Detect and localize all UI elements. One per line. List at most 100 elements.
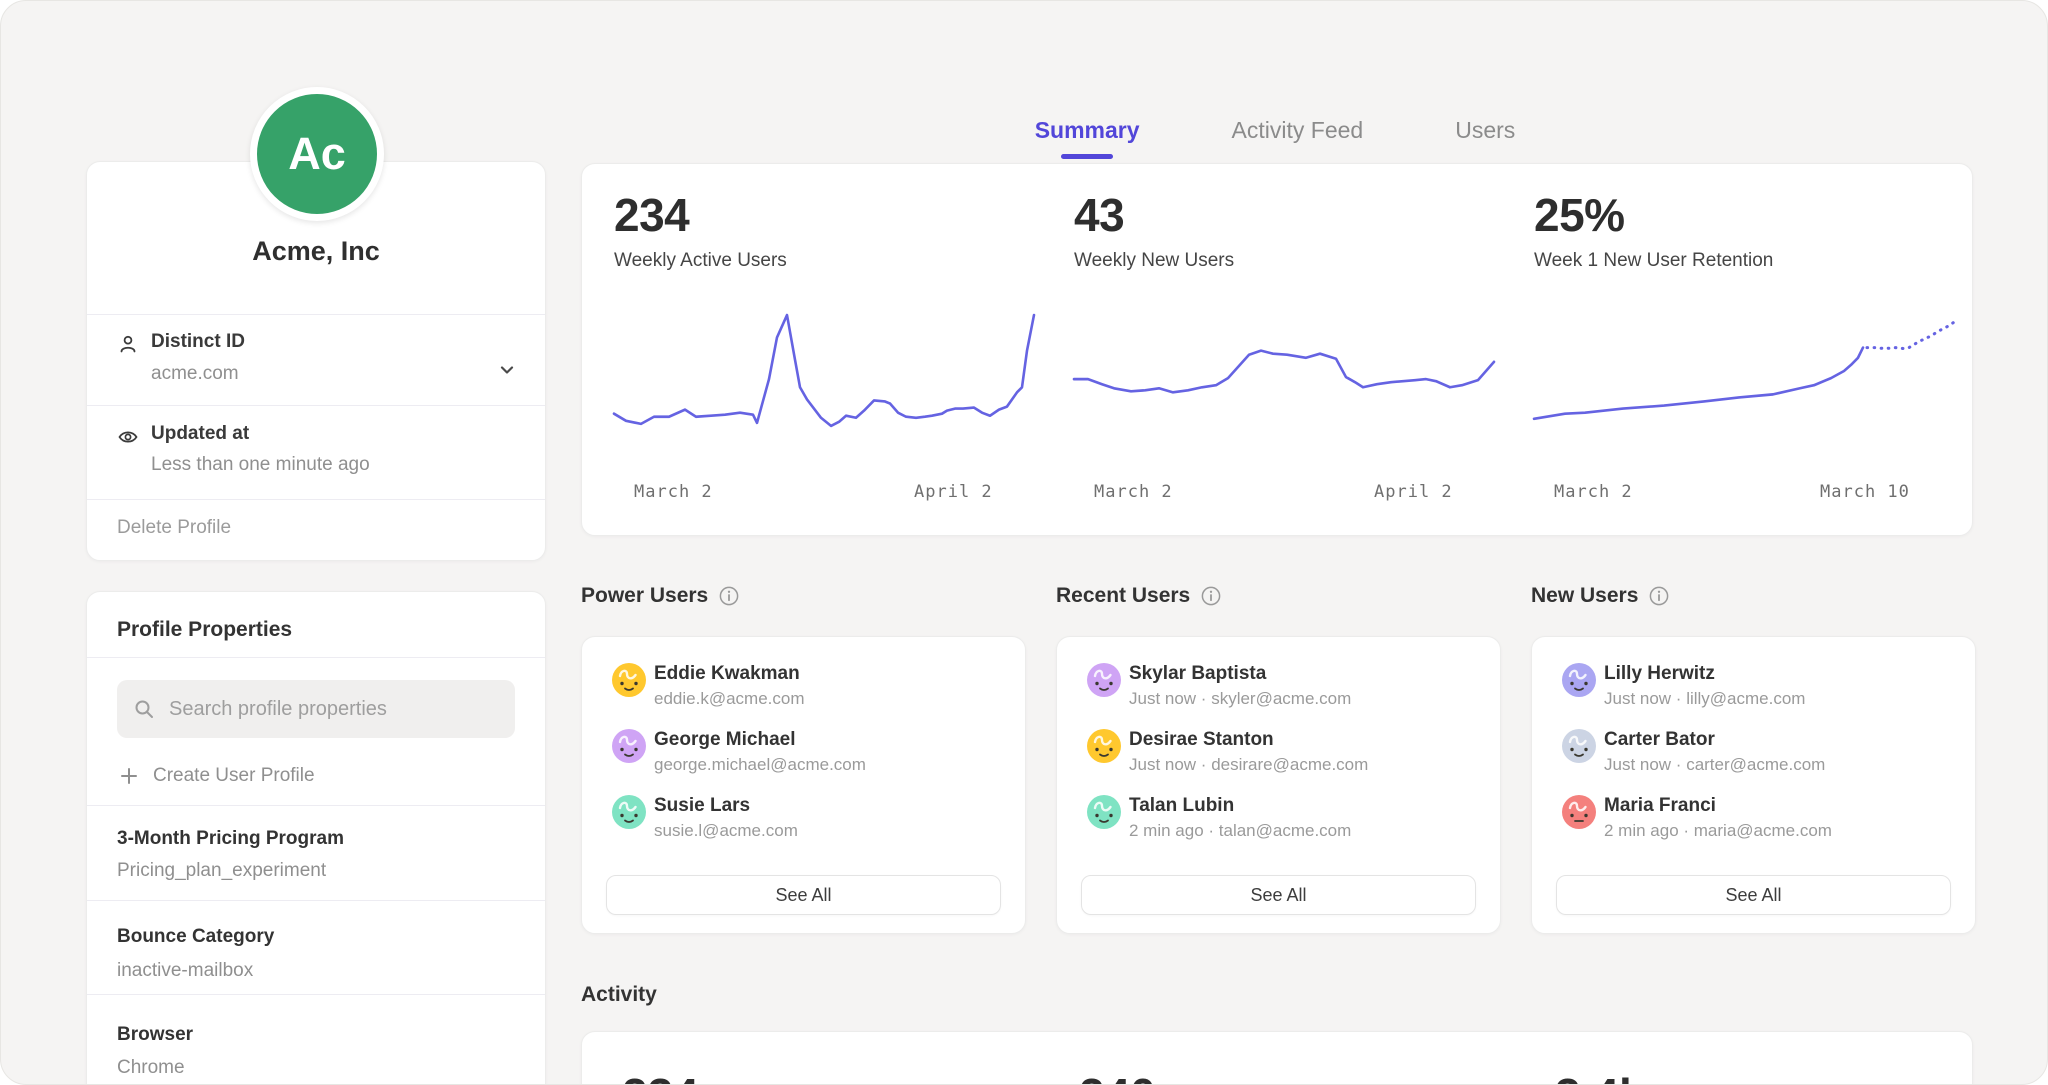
create-user-profile-label: Create User Profile <box>153 765 315 787</box>
user-name[interactable]: Susie Lars <box>654 795 750 817</box>
user-subtext: Just now · skyler@acme.com <box>1129 689 1351 709</box>
x-axis-tick: March 10 <box>1820 482 1910 502</box>
search-icon <box>133 698 155 720</box>
see-all-button[interactable]: See All <box>1081 875 1476 915</box>
property-name: Browser <box>117 1024 193 1046</box>
user-avatar <box>1087 795 1121 829</box>
divider <box>87 499 545 500</box>
week1-retention-line-chart <box>1534 312 1954 432</box>
weekly-active-users-line-chart <box>614 312 1034 432</box>
field-value-updated-at: Less than one minute ago <box>151 454 370 476</box>
user-avatar <box>612 795 646 829</box>
property-name: 3-Month Pricing Program <box>117 828 344 850</box>
property-value: Pricing_plan_experiment <box>117 860 326 882</box>
recent-users-card: Skylar Baptista Just now · skyler@acme.c… <box>1056 636 1501 934</box>
user-subtext: Just now · desirare@acme.com <box>1129 755 1368 775</box>
power-users-header: Power Users <box>581 584 740 608</box>
divider <box>87 805 545 806</box>
section-title: Power Users <box>581 584 708 608</box>
divider <box>87 994 545 995</box>
user-subtext: george.michael@acme.com <box>654 755 866 775</box>
see-all-button[interactable]: See All <box>1556 875 1951 915</box>
field-value-distinct-id: acme.com <box>151 363 239 385</box>
user-subtext: susie.l@acme.com <box>654 821 798 841</box>
active-tab-underline <box>1061 154 1113 159</box>
plus-icon <box>119 766 139 786</box>
avatar: Ac <box>250 87 384 221</box>
chevron-down-icon[interactable] <box>497 360 517 380</box>
user-name[interactable]: Talan Lubin <box>1129 795 1234 817</box>
metric-label: Week 1 New User Retention <box>1534 250 1773 272</box>
power-users-card: Eddie Kwakman eddie.k@acme.com George Mi… <box>581 636 1026 934</box>
search-input[interactable] <box>167 697 515 722</box>
activity-section-title: Activity <box>581 983 657 1007</box>
metric-column-weekly-new-users: 43 Weekly New Users March 2 April 2 <box>1074 164 1494 535</box>
person-icon <box>117 333 139 355</box>
metric-value: 234 <box>614 188 689 242</box>
new-users-header: New Users <box>1531 584 1670 608</box>
metric-label: Weekly New Users <box>1074 250 1234 272</box>
tab-summary[interactable]: Summary <box>1035 117 1140 159</box>
summary-metrics-card: 234 Weekly Active Users March 2 April 2 … <box>581 163 1973 536</box>
metric-label: Weekly Active Users <box>614 250 787 272</box>
section-title: New Users <box>1531 584 1638 608</box>
user-avatar <box>1562 729 1596 763</box>
user-subtext: Just now · lilly@acme.com <box>1604 689 1805 709</box>
user-avatar <box>1087 663 1121 697</box>
create-user-profile-button[interactable]: Create User Profile <box>119 765 315 787</box>
tab-activity-feed-label: Activity Feed <box>1232 117 1364 143</box>
info-icon[interactable] <box>718 585 740 607</box>
user-avatar <box>1562 795 1596 829</box>
search-profile-properties[interactable] <box>117 680 515 738</box>
activity-metric: 3.4k <box>1555 1068 1645 1085</box>
user-name[interactable]: Skylar Baptista <box>1129 663 1266 685</box>
user-subtext: 2 min ago · talan@acme.com <box>1129 821 1351 841</box>
recent-users-header: Recent Users <box>1056 584 1222 608</box>
new-users-card: Lilly Herwitz Just now · lilly@acme.com … <box>1531 636 1976 934</box>
field-label-distinct-id: Distinct ID <box>151 331 245 353</box>
metric-column-week1-retention: 25% Week 1 New User Retention March 2 Ma… <box>1534 164 1954 535</box>
user-name[interactable]: Maria Franci <box>1604 795 1716 817</box>
tab-activity-feed[interactable]: Activity Feed <box>1232 117 1364 159</box>
see-all-button[interactable]: See All <box>606 875 1001 915</box>
profile-properties-card: Profile Properties Create User Profile 3… <box>86 591 546 1085</box>
eye-icon <box>117 426 139 448</box>
user-name[interactable]: Lilly Herwitz <box>1604 663 1715 685</box>
x-axis-tick: March 2 <box>1554 482 1633 502</box>
user-avatar <box>612 729 646 763</box>
weekly-new-users-line-chart <box>1074 312 1494 432</box>
property-value: Chrome <box>117 1057 185 1079</box>
user-name[interactable]: Desirae Stanton <box>1129 729 1274 751</box>
user-name[interactable]: George Michael <box>654 729 796 751</box>
app-window: Ac Acme, Inc Distinct ID acme.com Update… <box>0 0 2048 1085</box>
user-name[interactable]: Carter Bator <box>1604 729 1715 751</box>
tab-users[interactable]: Users <box>1455 117 1515 159</box>
user-name[interactable]: Eddie Kwakman <box>654 663 800 685</box>
divider <box>87 900 545 901</box>
divider <box>87 405 545 406</box>
profile-summary-card: Acme, Inc Distinct ID acme.com Updated a… <box>86 161 546 561</box>
divider <box>87 657 545 658</box>
activity-metric: 240 <box>1079 1068 1156 1085</box>
user-avatar <box>1562 663 1596 697</box>
delete-profile-button[interactable]: Delete Profile <box>117 517 231 539</box>
user-subtext: Just now · carter@acme.com <box>1604 755 1825 775</box>
profile-properties-title: Profile Properties <box>117 618 292 642</box>
divider <box>87 314 545 315</box>
tab-users-label: Users <box>1455 117 1515 143</box>
field-label-updated-at: Updated at <box>151 423 249 445</box>
x-axis-tick: March 2 <box>634 482 713 502</box>
x-axis-tick: April 2 <box>1374 482 1453 502</box>
user-avatar <box>612 663 646 697</box>
info-icon[interactable] <box>1648 585 1670 607</box>
avatar-initials: Ac <box>288 128 346 180</box>
company-name: Acme, Inc <box>87 236 545 267</box>
metric-value: 43 <box>1074 188 1124 242</box>
info-icon[interactable] <box>1200 585 1222 607</box>
x-axis-tick: March 2 <box>1094 482 1173 502</box>
property-name: Bounce Category <box>117 926 274 948</box>
user-subtext: 2 min ago · maria@acme.com <box>1604 821 1832 841</box>
user-avatar <box>1087 729 1121 763</box>
metric-column-weekly-active-users: 234 Weekly Active Users March 2 April 2 <box>614 164 1034 535</box>
activity-metric: 234 <box>622 1068 699 1085</box>
